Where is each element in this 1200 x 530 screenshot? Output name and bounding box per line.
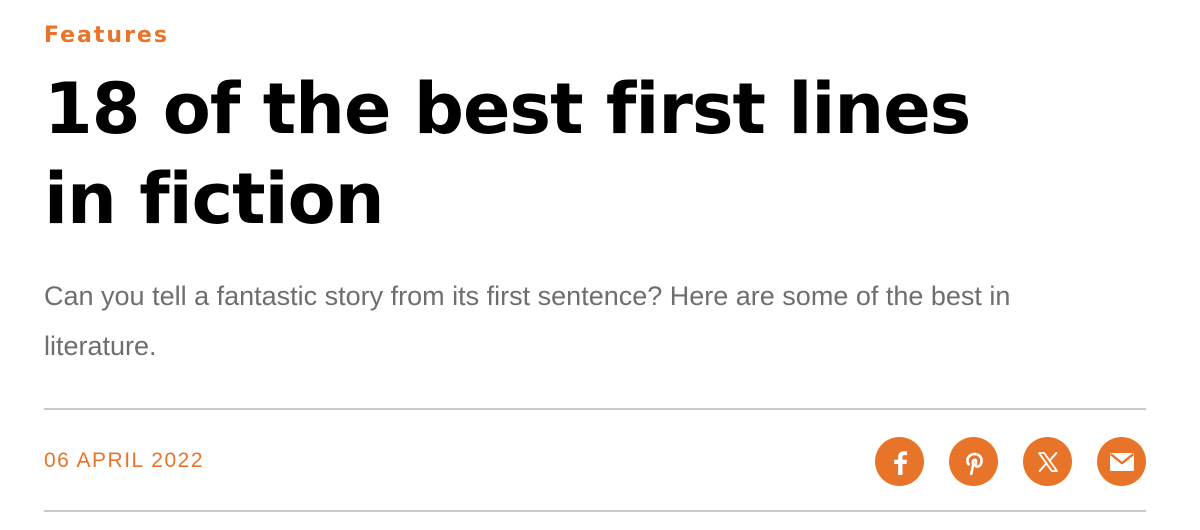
publish-date: 06 APRIL 2022 bbox=[44, 449, 204, 472]
article-standfirst: Can you tell a fantastic story from its … bbox=[44, 281, 1011, 361]
facebook-icon bbox=[893, 450, 907, 475]
share-pinterest-button[interactable] bbox=[949, 437, 998, 486]
page-title: 18 of the best first lines in fiction bbox=[44, 68, 971, 240]
share-facebook-button[interactable] bbox=[875, 437, 924, 486]
divider-bottom bbox=[44, 510, 1146, 512]
email-icon bbox=[1109, 452, 1134, 471]
share-x-button[interactable] bbox=[1023, 437, 1072, 486]
category-link[interactable]: Features bbox=[44, 22, 169, 50]
pinterest-icon bbox=[965, 452, 983, 475]
divider-top bbox=[44, 408, 1146, 410]
share-email-button[interactable] bbox=[1097, 437, 1146, 486]
article-header: Features 18 of the best first lines in f… bbox=[44, 0, 1146, 530]
share-bar bbox=[875, 437, 1146, 486]
x-icon bbox=[1037, 451, 1058, 472]
